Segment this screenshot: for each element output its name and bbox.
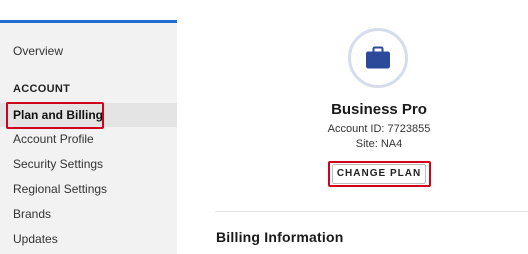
sidebar-item-account-profile[interactable]: Account Profile (0, 127, 177, 151)
change-plan-button[interactable]: CHANGE PLAN (332, 164, 426, 184)
sidebar-item-overview[interactable]: Overview (0, 39, 177, 63)
account-avatar (348, 28, 408, 88)
sidebar-item-regional-settings[interactable]: Regional Settings (0, 177, 177, 201)
sidebar-item-plan-and-billing[interactable]: Plan and Billing (0, 103, 177, 127)
sidebar-item-updates[interactable]: Updates (0, 227, 177, 251)
sidebar: Overview ACCOUNT Plan and Billing Accoun… (0, 20, 177, 254)
account-id: Account ID: 7723855 (327, 123, 431, 135)
section-divider (215, 211, 528, 212)
sidebar-item-security-settings[interactable]: Security Settings (0, 152, 177, 176)
site-label: Site: NA4 (355, 138, 403, 150)
sidebar-section-account: ACCOUNT (13, 83, 71, 95)
plan-name: Business Pro (331, 101, 427, 118)
sidebar-item-brands[interactable]: Brands (0, 202, 177, 226)
briefcase-icon (366, 46, 390, 69)
billing-information-heading: Billing Information (216, 229, 344, 245)
main-content: Business Pro Account ID: 7723855 Site: N… (177, 0, 528, 254)
